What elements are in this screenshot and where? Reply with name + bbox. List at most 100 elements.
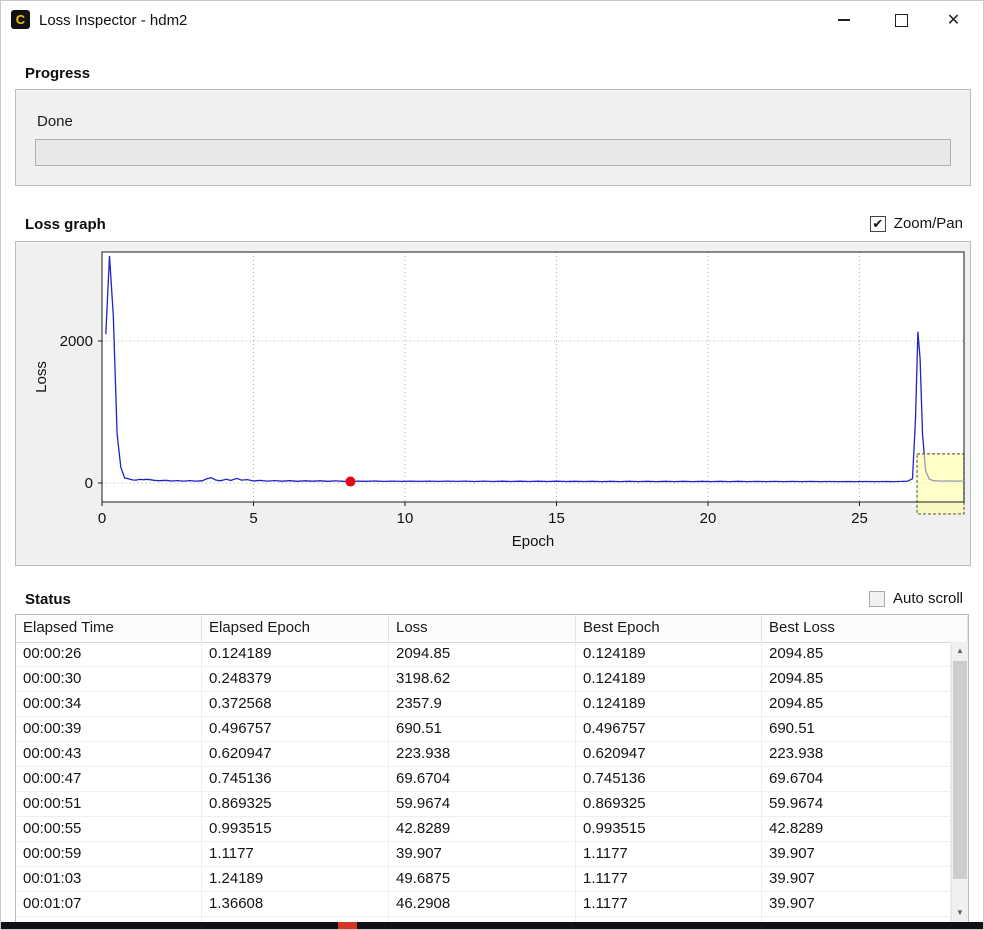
table-cell: 223.938 xyxy=(762,742,951,766)
table-cell: 1.1177 xyxy=(576,842,762,866)
table-cell: 1.1177 xyxy=(202,842,389,866)
table-cell: 2357.9 xyxy=(389,692,576,716)
table-cell: 1.1177 xyxy=(576,892,762,916)
scroll-down-icon: ▼ xyxy=(956,908,964,917)
table-row[interactable]: 00:00:591.117739.9071.117739.907 xyxy=(16,842,951,867)
table-cell: 2094.85 xyxy=(762,692,951,716)
loss-graph-groupbox: 051015202502000EpochLoss xyxy=(15,241,971,566)
table-cell: 1.24189 xyxy=(202,867,389,891)
column-header-elapsed-time[interactable]: Elapsed Time xyxy=(16,615,202,642)
table-header-row: Elapsed TimeElapsed EpochLossBest EpochB… xyxy=(16,615,968,643)
vertical-scrollbar[interactable]: ▲ ▼ xyxy=(951,642,968,930)
table-cell: 00:01:03 xyxy=(16,867,202,891)
status-table: Elapsed TimeElapsed EpochLossBest EpochB… xyxy=(15,614,969,930)
column-header-elapsed-epoch[interactable]: Elapsed Epoch xyxy=(202,615,389,642)
table-cell: 0.124189 xyxy=(576,692,762,716)
svg-text:Epoch: Epoch xyxy=(512,533,555,550)
table-cell: 69.6704 xyxy=(389,767,576,791)
auto-scroll-checkbox[interactable]: Auto scroll xyxy=(869,590,963,607)
svg-text:15: 15 xyxy=(548,510,565,527)
table-cell: 0.124189 xyxy=(576,642,762,666)
table-cell: 00:00:30 xyxy=(16,667,202,691)
table-cell: 39.907 xyxy=(389,842,576,866)
table-cell: 00:01:07 xyxy=(16,892,202,916)
checkbox-icon: ✔ xyxy=(870,216,886,232)
table-row[interactable]: 00:01:071.3660846.29081.117739.907 xyxy=(16,892,951,917)
table-cell: 1.1177 xyxy=(576,867,762,891)
column-header-loss[interactable]: Loss xyxy=(389,615,576,642)
taskbar-app-indicator[interactable] xyxy=(338,922,357,929)
table-cell: 00:00:34 xyxy=(16,692,202,716)
table-cell: 690.51 xyxy=(762,717,951,741)
table-cell: 39.907 xyxy=(762,842,951,866)
table-row[interactable]: 00:00:390.496757690.510.496757690.51 xyxy=(16,717,951,742)
table-cell: 0.993515 xyxy=(202,817,389,841)
table-cell: 0.372568 xyxy=(202,692,389,716)
progress-status-label: Done xyxy=(37,113,73,130)
table-cell: 0.620947 xyxy=(202,742,389,766)
table-cell: 59.9674 xyxy=(389,792,576,816)
minimize-icon xyxy=(838,19,850,21)
table-row[interactable]: 00:00:300.2483793198.620.1241892094.85 xyxy=(16,667,951,692)
table-cell: 0.496757 xyxy=(202,717,389,741)
table-row[interactable]: 00:00:430.620947223.9380.620947223.938 xyxy=(16,742,951,767)
table-cell: 690.51 xyxy=(389,717,576,741)
table-cell: 00:00:51 xyxy=(16,792,202,816)
table-cell: 2094.85 xyxy=(762,667,951,691)
table-cell: 00:00:39 xyxy=(16,717,202,741)
table-cell: 46.2908 xyxy=(389,892,576,916)
table-cell: 00:00:43 xyxy=(16,742,202,766)
progress-bar xyxy=(35,139,951,166)
table-cell: 0.496757 xyxy=(576,717,762,741)
table-cell: 00:00:26 xyxy=(16,642,202,666)
table-cell: 59.9674 xyxy=(762,792,951,816)
zoom-pan-checkbox[interactable]: ✔ Zoom/Pan xyxy=(870,215,963,232)
table-cell: 0.869325 xyxy=(202,792,389,816)
maximize-button[interactable] xyxy=(878,1,925,39)
table-cell: 0.993515 xyxy=(576,817,762,841)
table-cell: 00:00:47 xyxy=(16,767,202,791)
svg-text:20: 20 xyxy=(700,510,717,527)
loss-chart[interactable]: 051015202502000EpochLoss xyxy=(16,242,970,565)
close-button[interactable]: ✕ xyxy=(930,1,977,39)
minimize-button[interactable] xyxy=(820,1,867,39)
table-cell: 42.8289 xyxy=(389,817,576,841)
svg-text:Loss: Loss xyxy=(33,361,50,393)
zoom-pan-label: Zoom/Pan xyxy=(894,215,963,232)
scroll-down-button[interactable]: ▼ xyxy=(952,904,968,921)
table-cell: 39.907 xyxy=(762,892,951,916)
app-window: C Loss Inspector - hdm2 ✕ Progress Done … xyxy=(0,0,984,930)
scroll-up-icon: ▲ xyxy=(956,646,964,655)
taskbar-strip xyxy=(1,922,983,929)
column-header-best-epoch[interactable]: Best Epoch xyxy=(576,615,762,642)
table-cell: 00:00:55 xyxy=(16,817,202,841)
scroll-up-button[interactable]: ▲ xyxy=(952,642,968,659)
window-title: Loss Inspector - hdm2 xyxy=(39,12,187,29)
table-row[interactable]: 00:01:031.2418949.68751.117739.907 xyxy=(16,867,951,892)
table-row[interactable]: 00:00:340.3725682357.90.1241892094.85 xyxy=(16,692,951,717)
table-cell: 3198.62 xyxy=(389,667,576,691)
table-cell: 0.248379 xyxy=(202,667,389,691)
checkbox-icon xyxy=(869,591,885,607)
progress-section-label: Progress xyxy=(25,65,90,82)
table-cell: 0.124189 xyxy=(576,667,762,691)
column-header-best-loss[interactable]: Best Loss xyxy=(762,615,968,642)
table-cell: 2094.85 xyxy=(389,642,576,666)
table-cell: 1.36608 xyxy=(202,892,389,916)
auto-scroll-label: Auto scroll xyxy=(893,590,963,607)
svg-text:25: 25 xyxy=(851,510,868,527)
table-row[interactable]: 00:00:260.1241892094.850.1241892094.85 xyxy=(16,642,951,667)
table-row[interactable]: 00:00:550.99351542.82890.99351542.8289 xyxy=(16,817,951,842)
svg-text:0: 0 xyxy=(85,475,93,492)
table-cell: 42.8289 xyxy=(762,817,951,841)
svg-text:0: 0 xyxy=(98,510,106,527)
table-cell: 49.6875 xyxy=(389,867,576,891)
progress-groupbox: Done xyxy=(15,89,971,186)
table-row[interactable]: 00:00:510.86932559.96740.86932559.9674 xyxy=(16,792,951,817)
close-icon: ✕ xyxy=(947,10,960,30)
table-cell: 0.745136 xyxy=(202,767,389,791)
table-row[interactable]: 00:00:470.74513669.67040.74513669.6704 xyxy=(16,767,951,792)
table-cell: 00:00:59 xyxy=(16,842,202,866)
table-cell: 2094.85 xyxy=(762,642,951,666)
scrollbar-thumb[interactable] xyxy=(953,661,967,879)
